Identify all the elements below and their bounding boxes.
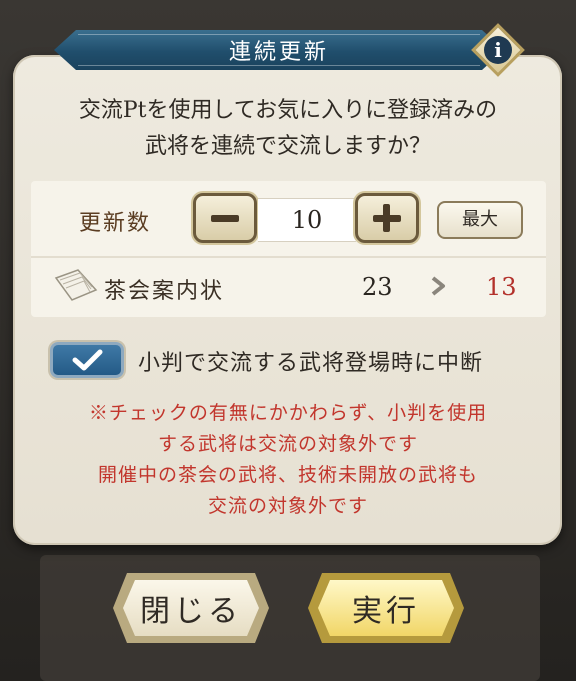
decrement-button[interactable] <box>193 193 257 243</box>
dialog-title: 連続更新 <box>228 40 329 65</box>
warning-text: ※チェックの有無にかかわらず、小判を使用 する武将は交流の対象外です 開催中の茶… <box>20 398 556 522</box>
title-banner: 連続更新 <box>54 30 504 70</box>
interrupt-checkbox[interactable] <box>50 342 124 378</box>
warning-line-4: 交流の対象外です <box>207 495 368 517</box>
update-count-label: 更新数 <box>79 211 152 236</box>
row-divider <box>31 256 546 258</box>
warning-line-2: する武将は交流の対象外です <box>157 433 418 455</box>
check-icon <box>72 349 103 371</box>
info-button[interactable]: i <box>471 23 525 77</box>
question-line-1: 交流Ptを使用してお気に入りに登録済みの <box>78 98 498 123</box>
minus-icon <box>211 215 239 222</box>
plus-icon-vertical <box>383 204 390 232</box>
chevron-right-icon <box>431 276 445 296</box>
execute-button[interactable]: 実行 <box>308 573 464 643</box>
execute-button-label: 実行 <box>352 594 420 629</box>
close-button[interactable]: 閉じる <box>113 573 269 643</box>
question-text: 交流Ptを使用してお気に入りに登録済みの 武将を連続で交流しますか？ <box>20 93 556 165</box>
tea-invitation-label: 茶会案内状 <box>104 279 225 304</box>
info-icon: i <box>484 36 512 64</box>
increment-button[interactable] <box>355 193 419 243</box>
interrupt-checkbox-label: 小判で交流する武将登場時に中断 <box>138 351 484 376</box>
update-count-value: 10 <box>258 198 356 242</box>
tea-invitation-icon <box>54 269 98 301</box>
close-button-label: 閉じる <box>140 594 242 629</box>
remaining-amount: 13 <box>486 273 517 301</box>
current-amount: 23 <box>362 273 393 301</box>
warning-line-1: ※チェックの有無にかかわらず、小判を使用 <box>88 402 488 424</box>
max-button[interactable]: 最大 <box>437 201 523 239</box>
warning-line-3: 開催中の茶会の武将、技術未開放の武将も <box>97 464 478 486</box>
question-line-2: 武将を連続で交流しますか？ <box>144 134 431 159</box>
